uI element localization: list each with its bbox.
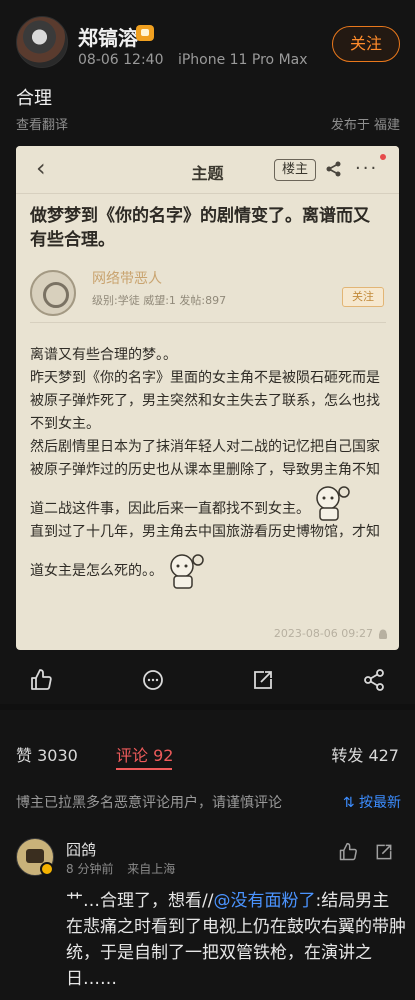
post-device: iPhone 11 Pro Max [177,52,308,68]
card-body: 离谱又有些合理的梦。。 昨天梦到《你的名字》里面的女主角不是被陨石砸死而是 被原… [30,344,390,583]
author-follow-button: 关注 [342,287,384,307]
body-line: 离谱又有些合理的梦。。 [30,347,177,363]
author-name: 网络带恶人 [92,271,162,287]
body-line: 道女主是怎么死的。。 [30,563,163,579]
translate-link[interactable]: 查看翻译 [16,114,68,133]
verified-badge-icon [40,862,54,876]
op-tag: 楼主 [274,159,316,181]
chibi-doodle-icon [170,554,204,589]
comment-meta: 8 分钟前 来自上海 [66,860,185,877]
post-header: 郑镐溶 08-06 12:40 iPhone 11 Pro Max 关注 [0,0,415,80]
comment-text: 艹…合理了，想看//@没有面粉了:结局男主在悲痛之时看到了电视上仍在鼓吹右翼的带… [66,888,406,992]
sort-icon: ⇅ [342,795,359,811]
comment-icon[interactable] [141,668,165,692]
comment-source: 来自上海 [127,862,176,876]
tab-likes[interactable]: 赞 3030 [16,742,78,766]
post-meta: 08-06 12:40 iPhone 11 Pro Max [78,52,308,68]
post-time: 08-06 12:40 [78,52,164,68]
active-tab-indicator [116,768,172,770]
body-line: 被原子弹炸过的历史也从课本里删除了，导致男主角不知 [30,462,380,478]
stats-tabs: 赞 3030 评论 92 转发 427 [0,730,415,770]
sort-label: 按最新 [359,795,401,811]
sort-button[interactable]: ⇅ 按最新 [343,792,401,812]
tab-reposts[interactable]: 转发 427 [331,742,399,766]
comment-time: 8 分钟前 [66,862,114,876]
divider [30,322,386,323]
comment-notice: 博主已拉黑多名恶意评论用户，请谨慎评论 ⇅ 按最新 [0,782,415,818]
body-line: 昨天梦到《你的名字》里面的女主角不是被陨石砸死而是 [30,370,380,386]
card-headline: 做梦梦到《你的名字》的剧情变了。离谱而又有些合理。 [30,206,370,250]
card-timestamp: 2023-08-06 09:27 [273,627,373,640]
mention-link[interactable]: @没有面粉了 [213,891,315,911]
post-action-bar [0,650,415,710]
vip-badge-icon [136,25,154,41]
card-author: 网络带恶人 级别:学徒 威望:1 发帖:897 关注 [30,264,386,318]
share-icon [326,161,341,177]
comment-item: 囧鸽 8 分钟前 来自上海 艹…合理了，想看//@没有面粉了:结局男主在悲痛之时… [0,830,415,1000]
comment-repost-icon[interactable] [374,842,394,862]
commenter-name[interactable]: 囧鸽 [66,839,96,860]
author-stats: 级别:学徒 威望:1 发帖:897 [92,294,227,307]
android-icon [379,629,387,639]
notification-dot [380,154,386,160]
comment-like-icon[interactable] [338,842,358,862]
repost-icon[interactable] [251,668,275,692]
author-avatar [30,270,76,316]
comment-text-prefix: 艹…合理了，想看// [66,891,214,911]
embedded-screenshot[interactable]: ‹ 主题 楼主 ··· 做梦梦到《你的名字》的剧情变了。离谱而又有些合理。 网络… [16,146,399,650]
more-icon: ··· [355,158,379,179]
body-line: 然后剧情里日本为了抹消年轻人对二战的记忆把自己国家 [30,439,380,455]
follow-button[interactable]: 关注 [332,26,400,62]
body-line: 被原子弹炸死了，男主突然和女主失去了联系，怎么也找 [30,393,380,409]
chibi-doodle-icon [316,486,350,521]
card-topbar: ‹ 主题 楼主 ··· [16,146,399,194]
post-text: 合理 [16,88,52,109]
share-icon[interactable] [362,668,386,692]
tab-comments[interactable]: 评论 92 [116,742,173,766]
user-name[interactable]: 郑镐溶 [78,22,138,51]
body-line: 不到女主。 [30,416,100,432]
user-avatar[interactable] [16,16,68,68]
like-icon[interactable] [29,668,53,692]
body-line: 直到过了十几年，男主角去中国旅游看历史博物馆，才知 [30,524,380,540]
notice-text: 博主已拉黑多名恶意评论用户，请谨慎评论 [16,795,282,811]
publish-location: 发布于 福建 [330,118,400,133]
